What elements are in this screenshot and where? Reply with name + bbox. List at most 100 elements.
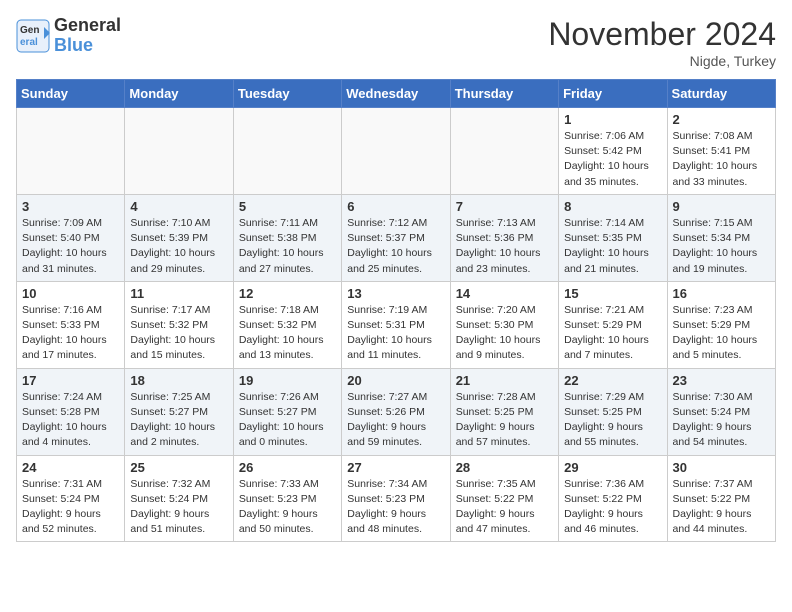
calendar-cell: 9 Sunrise: 7:15 AMSunset: 5:34 PMDaylight… bbox=[667, 194, 775, 281]
day-info: Sunrise: 7:35 AMSunset: 5:22 PMDaylight:… bbox=[456, 477, 553, 538]
day-number: 24 bbox=[22, 460, 119, 475]
weekday-header-thursday: Thursday bbox=[450, 80, 558, 108]
day-info: Sunrise: 7:37 AMSunset: 5:22 PMDaylight:… bbox=[673, 477, 770, 538]
calendar-cell: 8 Sunrise: 7:14 AMSunset: 5:35 PMDaylight… bbox=[559, 194, 667, 281]
logo-blue-text: Blue bbox=[54, 36, 121, 56]
day-number: 22 bbox=[564, 373, 661, 388]
day-number: 19 bbox=[239, 373, 336, 388]
calendar-cell bbox=[125, 108, 233, 195]
calendar-cell: 23Sunrise: 7:30 AMSunset: 5:24 PMDayligh… bbox=[667, 368, 775, 455]
calendar-cell: 21 Sunrise: 7:28 AMSunset: 5:25 PMDayligh… bbox=[450, 368, 558, 455]
day-info: Sunrise: 7:25 AMSunset: 5:27 PMDaylight:… bbox=[130, 390, 227, 451]
day-number: 17 bbox=[22, 373, 119, 388]
calendar-cell: 28 Sunrise: 7:35 AMSunset: 5:22 PMDayligh… bbox=[450, 455, 558, 542]
day-info: Sunrise: 7:21 AMSunset: 5:29 PMDaylight:… bbox=[564, 303, 661, 364]
day-number: 25 bbox=[130, 460, 227, 475]
day-info: Sunrise: 7:30 AMSunset: 5:24 PMDaylight:… bbox=[673, 390, 770, 451]
weekday-header-sunday: Sunday bbox=[17, 80, 125, 108]
calendar-cell: 5Sunrise: 7:11 AMSunset: 5:38 PMDaylight… bbox=[233, 194, 341, 281]
calendar-cell: 11 Sunrise: 7:17 AMSunset: 5:32 PMDayligh… bbox=[125, 281, 233, 368]
day-info: Sunrise: 7:12 AMSunset: 5:37 PMDaylight:… bbox=[347, 216, 444, 277]
calendar-cell: 24 Sunrise: 7:31 AMSunset: 5:24 PMDayligh… bbox=[17, 455, 125, 542]
day-info: Sunrise: 7:28 AMSunset: 5:25 PMDaylight:… bbox=[456, 390, 553, 451]
weekday-header-friday: Friday bbox=[559, 80, 667, 108]
day-info: Sunrise: 7:17 AMSunset: 5:32 PMDaylight:… bbox=[130, 303, 227, 364]
day-number: 16 bbox=[673, 286, 770, 301]
day-info: Sunrise: 7:26 AMSunset: 5:27 PMDaylight:… bbox=[239, 390, 336, 451]
day-info: Sunrise: 7:15 AMSunset: 5:34 PMDaylight:… bbox=[673, 216, 770, 277]
day-info: Sunrise: 7:08 AMSunset: 5:41 PMDaylight:… bbox=[673, 129, 770, 190]
calendar-week-row: 24 Sunrise: 7:31 AMSunset: 5:24 PMDayligh… bbox=[17, 455, 776, 542]
day-info: Sunrise: 7:29 AMSunset: 5:25 PMDaylight:… bbox=[564, 390, 661, 451]
calendar-cell: 4 Sunrise: 7:10 AMSunset: 5:39 PMDaylight… bbox=[125, 194, 233, 281]
day-info: Sunrise: 7:06 AMSunset: 5:42 PMDaylight:… bbox=[564, 129, 661, 190]
calendar-cell: 29 Sunrise: 7:36 AMSunset: 5:22 PMDayligh… bbox=[559, 455, 667, 542]
calendar-cell: 26Sunrise: 7:33 AMSunset: 5:23 PMDayligh… bbox=[233, 455, 341, 542]
calendar-cell bbox=[450, 108, 558, 195]
calendar-cell bbox=[342, 108, 450, 195]
day-number: 27 bbox=[347, 460, 444, 475]
weekday-header-saturday: Saturday bbox=[667, 80, 775, 108]
day-number: 5 bbox=[239, 199, 336, 214]
day-info: Sunrise: 7:27 AMSunset: 5:26 PMDaylight:… bbox=[347, 390, 444, 451]
day-info: Sunrise: 7:31 AMSunset: 5:24 PMDaylight:… bbox=[22, 477, 119, 538]
calendar-cell bbox=[17, 108, 125, 195]
day-number: 11 bbox=[130, 286, 227, 301]
calendar-cell: 3 Sunrise: 7:09 AMSunset: 5:40 PMDaylight… bbox=[17, 194, 125, 281]
location-subtitle: Nigde, Turkey bbox=[548, 53, 776, 69]
calendar-cell: 12Sunrise: 7:18 AMSunset: 5:32 PMDayligh… bbox=[233, 281, 341, 368]
logo-general-text: General bbox=[54, 16, 121, 36]
weekday-header-tuesday: Tuesday bbox=[233, 80, 341, 108]
day-number: 2 bbox=[673, 112, 770, 127]
day-number: 4 bbox=[130, 199, 227, 214]
logo-wrapper: Gen eral General Blue bbox=[16, 16, 121, 56]
day-info: Sunrise: 7:36 AMSunset: 5:22 PMDaylight:… bbox=[564, 477, 661, 538]
day-number: 29 bbox=[564, 460, 661, 475]
day-number: 9 bbox=[673, 199, 770, 214]
calendar-table: SundayMondayTuesdayWednesdayThursdayFrid… bbox=[16, 79, 776, 542]
calendar-cell: 1 Sunrise: 7:06 AMSunset: 5:42 PMDaylight… bbox=[559, 108, 667, 195]
calendar-cell: 25 Sunrise: 7:32 AMSunset: 5:24 PMDayligh… bbox=[125, 455, 233, 542]
calendar-cell: 22 Sunrise: 7:29 AMSunset: 5:25 PMDayligh… bbox=[559, 368, 667, 455]
calendar-cell bbox=[233, 108, 341, 195]
calendar-cell: 2 Sunrise: 7:08 AMSunset: 5:41 PMDaylight… bbox=[667, 108, 775, 195]
calendar-week-row: 1 Sunrise: 7:06 AMSunset: 5:42 PMDaylight… bbox=[17, 108, 776, 195]
calendar-cell: 30 Sunrise: 7:37 AMSunset: 5:22 PMDayligh… bbox=[667, 455, 775, 542]
day-number: 6 bbox=[347, 199, 444, 214]
calendar-cell: 16Sunrise: 7:23 AMSunset: 5:29 PMDayligh… bbox=[667, 281, 775, 368]
calendar-cell: 18 Sunrise: 7:25 AMSunset: 5:27 PMDayligh… bbox=[125, 368, 233, 455]
weekday-header-monday: Monday bbox=[125, 80, 233, 108]
day-number: 30 bbox=[673, 460, 770, 475]
day-number: 18 bbox=[130, 373, 227, 388]
calendar-cell: 17 Sunrise: 7:24 AMSunset: 5:28 PMDayligh… bbox=[17, 368, 125, 455]
day-number: 28 bbox=[456, 460, 553, 475]
day-info: Sunrise: 7:09 AMSunset: 5:40 PMDaylight:… bbox=[22, 216, 119, 277]
day-number: 21 bbox=[456, 373, 553, 388]
day-number: 12 bbox=[239, 286, 336, 301]
day-info: Sunrise: 7:24 AMSunset: 5:28 PMDaylight:… bbox=[22, 390, 119, 451]
day-number: 13 bbox=[347, 286, 444, 301]
weekday-header-wednesday: Wednesday bbox=[342, 80, 450, 108]
month-title: November 2024 bbox=[548, 16, 776, 53]
calendar-cell: 13Sunrise: 7:19 AMSunset: 5:31 PMDayligh… bbox=[342, 281, 450, 368]
calendar-cell: 7 Sunrise: 7:13 AMSunset: 5:36 PMDaylight… bbox=[450, 194, 558, 281]
day-info: Sunrise: 7:13 AMSunset: 5:36 PMDaylight:… bbox=[456, 216, 553, 277]
day-info: Sunrise: 7:10 AMSunset: 5:39 PMDaylight:… bbox=[130, 216, 227, 277]
svg-text:eral: eral bbox=[20, 37, 38, 48]
calendar-cell: 20Sunrise: 7:27 AMSunset: 5:26 PMDayligh… bbox=[342, 368, 450, 455]
day-number: 3 bbox=[22, 199, 119, 214]
logo: Gen eral General Blue bbox=[16, 16, 121, 56]
title-area: November 2024 Nigde, Turkey bbox=[548, 16, 776, 69]
day-number: 8 bbox=[564, 199, 661, 214]
day-number: 1 bbox=[564, 112, 661, 127]
calendar-week-row: 3 Sunrise: 7:09 AMSunset: 5:40 PMDaylight… bbox=[17, 194, 776, 281]
calendar-cell: 10Sunrise: 7:16 AMSunset: 5:33 PMDayligh… bbox=[17, 281, 125, 368]
weekday-header-row: SundayMondayTuesdayWednesdayThursdayFrid… bbox=[17, 80, 776, 108]
day-number: 14 bbox=[456, 286, 553, 301]
day-number: 7 bbox=[456, 199, 553, 214]
day-info: Sunrise: 7:14 AMSunset: 5:35 PMDaylight:… bbox=[564, 216, 661, 277]
calendar-cell: 14Sunrise: 7:20 AMSunset: 5:30 PMDayligh… bbox=[450, 281, 558, 368]
day-info: Sunrise: 7:32 AMSunset: 5:24 PMDaylight:… bbox=[130, 477, 227, 538]
calendar-cell: 19 Sunrise: 7:26 AMSunset: 5:27 PMDayligh… bbox=[233, 368, 341, 455]
calendar-cell: 15Sunrise: 7:21 AMSunset: 5:29 PMDayligh… bbox=[559, 281, 667, 368]
